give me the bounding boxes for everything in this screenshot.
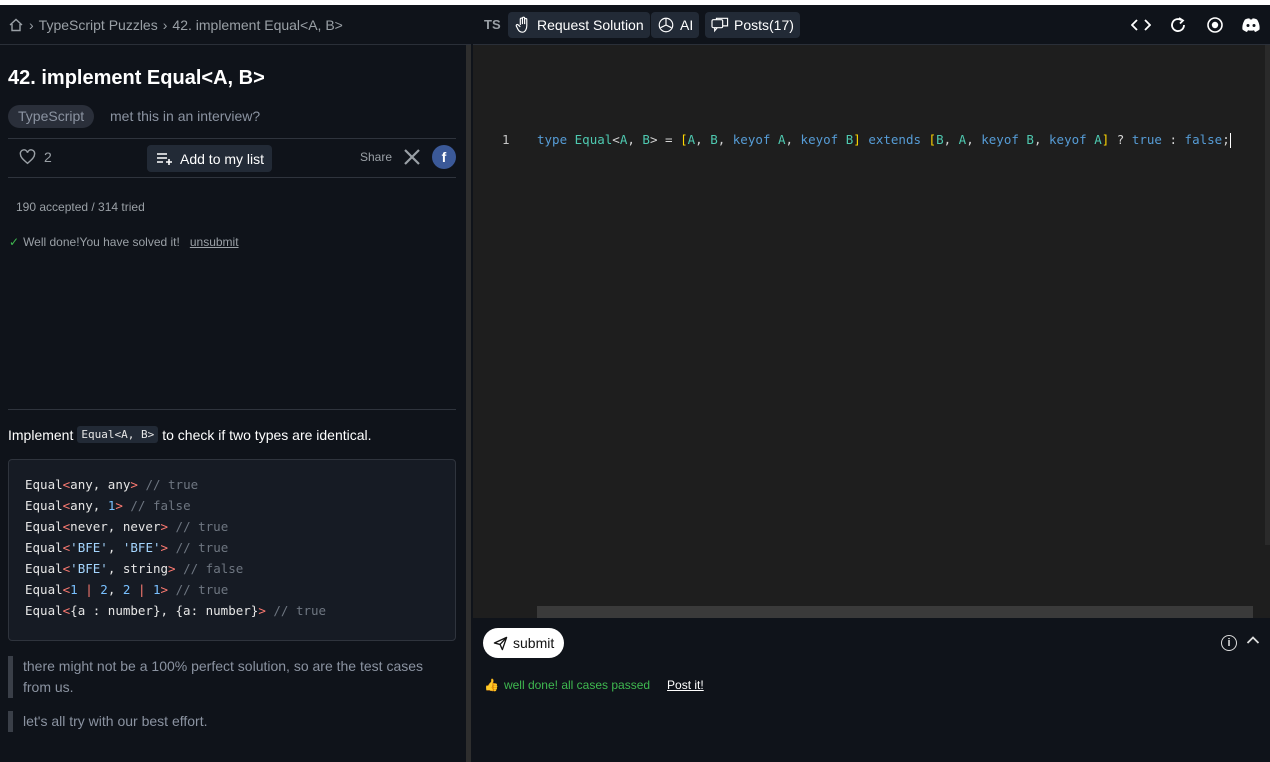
submit-label: submit bbox=[513, 635, 555, 651]
tag-typescript[interactable]: TypeScript bbox=[8, 105, 95, 128]
acceptance-stats: 190 accepted / 314 tried bbox=[16, 200, 145, 214]
refresh-icon[interactable] bbox=[1168, 15, 1188, 35]
ai-label: AI bbox=[680, 17, 694, 33]
description-suffix: to check if two types are identical. bbox=[162, 426, 372, 443]
request-solution-label: Request Solution bbox=[537, 17, 644, 33]
editor-toolbar: TS Request Solution AI Posts(17) bbox=[473, 5, 1270, 45]
code-line[interactable]: type Equal<A, B> = [A, B, keyof A, keyof… bbox=[537, 132, 1231, 148]
share-label: Share bbox=[360, 150, 393, 164]
unsubmit-link[interactable]: unsubmit bbox=[190, 235, 239, 249]
code-icon[interactable] bbox=[1131, 15, 1151, 35]
example-code-line: Equal<1 | 2, 2 | 1> // true bbox=[25, 582, 229, 597]
ai-button[interactable]: AI bbox=[651, 12, 700, 38]
vertical-scrollbar[interactable] bbox=[1265, 45, 1270, 545]
posts-button[interactable]: Posts(17) bbox=[705, 12, 800, 38]
line-number: 1 bbox=[502, 132, 510, 147]
discord-icon[interactable] bbox=[1241, 15, 1261, 35]
chat-bubbles-icon bbox=[711, 17, 729, 33]
example-code-block: Equal<any, any> // true Equal<any, 1> // … bbox=[8, 459, 456, 641]
example-code-line: Equal<any, 1> // false bbox=[25, 498, 191, 513]
breadcrumb-current: 42. implement Equal<A, B> bbox=[172, 16, 343, 33]
post-it-link[interactable]: Post it! bbox=[667, 678, 704, 692]
breadcrumb-separator: › bbox=[162, 16, 168, 33]
facebook-icon[interactable]: f bbox=[432, 145, 456, 169]
example-code-line: Equal<any, any> // true bbox=[25, 477, 199, 492]
add-to-list-label: Add to my list bbox=[180, 150, 265, 167]
language-indicator: TS bbox=[484, 17, 501, 32]
home-icon[interactable] bbox=[8, 17, 24, 33]
hand-icon bbox=[515, 16, 528, 33]
request-solution-button[interactable]: Request Solution bbox=[508, 12, 650, 38]
text-cursor bbox=[1229, 133, 1231, 148]
openai-icon bbox=[658, 17, 674, 33]
check-icon: ✓ bbox=[9, 235, 20, 249]
page-title: 42. implement Equal<A, B> bbox=[8, 67, 265, 89]
code-editor[interactable]: 1 type Equal<A, B> = [A, B, keyof A, key… bbox=[473, 45, 1270, 618]
add-to-list-button[interactable]: Add to my list bbox=[147, 145, 272, 172]
editor-panel: TS Request Solution AI Posts(17) 1 type … bbox=[473, 5, 1270, 762]
posts-label: Posts(17) bbox=[734, 17, 794, 33]
submit-bar: submit i 👍 well done! all cases passed P… bbox=[473, 618, 1270, 762]
interview-link[interactable]: met this in an interview? bbox=[110, 108, 260, 124]
example-code-line: Equal<never, never> // true bbox=[25, 519, 229, 534]
note-text: let's all try with our best effort. bbox=[23, 713, 208, 729]
record-icon[interactable] bbox=[1205, 15, 1225, 35]
heart-icon bbox=[19, 149, 36, 165]
breadcrumb-separator: › bbox=[29, 16, 34, 33]
like-button[interactable]: 2 bbox=[19, 149, 52, 165]
divider bbox=[8, 177, 456, 178]
divider bbox=[8, 409, 456, 410]
like-count: 2 bbox=[44, 149, 52, 165]
solved-text: Well done!You have solved it! bbox=[23, 235, 180, 249]
inline-code: Equal<A, B> bbox=[77, 426, 159, 443]
note-quote: let's all try with our best effort. bbox=[8, 711, 208, 732]
description-prefix: Implement bbox=[8, 426, 74, 443]
note-text: there might not be a 100% perfect soluti… bbox=[23, 658, 424, 695]
divider bbox=[8, 138, 456, 139]
thumbs-up-icon: 👍 bbox=[484, 678, 499, 692]
example-code-line: Equal<'BFE', 'BFE'> // true bbox=[25, 540, 229, 555]
info-icon[interactable]: i bbox=[1221, 635, 1237, 651]
example-code-line: Equal<'BFE', string> // false bbox=[25, 561, 244, 576]
note-quote: there might not be a 100% perfect soluti… bbox=[8, 656, 448, 698]
chevron-up-icon[interactable] bbox=[1246, 632, 1260, 648]
result-text: well done! all cases passed bbox=[503, 678, 651, 692]
problem-description: Implement Equal<A, B> to check if two ty… bbox=[8, 426, 372, 443]
x-logo-icon[interactable] bbox=[402, 147, 422, 167]
breadcrumb: › TypeScript Puzzles › 42. implement Equ… bbox=[0, 5, 472, 45]
horizontal-scrollbar[interactable] bbox=[537, 606, 1253, 618]
solved-status: ✓ Well done!You have solved it! unsubmit bbox=[9, 235, 239, 249]
playlist-add-icon bbox=[157, 152, 172, 165]
result-message: 👍 well done! all cases passed Post it! bbox=[484, 678, 704, 692]
problem-panel: › TypeScript Puzzles › 42. implement Equ… bbox=[0, 5, 472, 762]
example-code-line: Equal<{a : number}, {a: number}> // true bbox=[25, 603, 327, 618]
submit-button[interactable]: submit bbox=[483, 628, 565, 658]
send-icon bbox=[493, 636, 508, 650]
breadcrumb-category-link[interactable]: TypeScript Puzzles bbox=[39, 17, 158, 33]
